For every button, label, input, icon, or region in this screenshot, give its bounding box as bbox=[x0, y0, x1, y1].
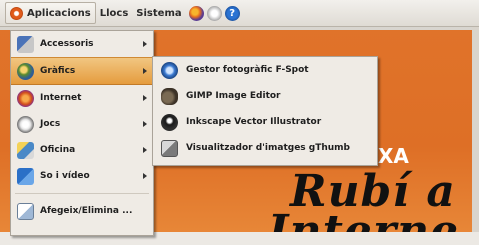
menu-item-label: Internet bbox=[40, 93, 82, 103]
firefox-icon[interactable] bbox=[188, 5, 204, 21]
applications-menu-button[interactable]: Aplicacions bbox=[5, 2, 96, 24]
menu-item-oficina[interactable]: Oficina bbox=[11, 137, 153, 163]
graphics-submenu: Gestor fotogràfic F-Spot GIMP Image Edit… bbox=[152, 56, 378, 166]
gimp-icon bbox=[161, 87, 178, 105]
ubuntu-logo-icon bbox=[10, 6, 23, 20]
wallpaper-small-text: XA bbox=[378, 144, 409, 168]
screen: XA Rubí a Interne Aplicacions Llocs Sist… bbox=[0, 0, 479, 245]
menu-item-label: Gràfics bbox=[40, 66, 76, 76]
submenu-arrow-icon bbox=[143, 68, 147, 74]
internet-icon bbox=[17, 89, 34, 107]
menu-item-afegeix-elimina[interactable]: Afegeix/Elimina ... bbox=[11, 198, 153, 224]
f-spot-icon bbox=[161, 61, 178, 79]
menu-item-internet[interactable]: Internet bbox=[11, 85, 153, 111]
top-panel: Aplicacions Llocs Sistema ? bbox=[0, 0, 479, 27]
menu-item-label: Oficina bbox=[40, 145, 76, 155]
applications-menu-label: Aplicacions bbox=[27, 7, 91, 19]
submenu-arrow-icon bbox=[143, 41, 147, 47]
games-icon bbox=[17, 115, 34, 133]
submenu-arrow-icon bbox=[143, 147, 147, 153]
submenu-item-label: Gestor fotogràfic F-Spot bbox=[186, 65, 309, 75]
submenu-arrow-icon bbox=[143, 95, 147, 101]
applications-menu: Accessoris Gràfics Internet Jocs Oficina… bbox=[10, 30, 154, 236]
submenu-item-label: GIMP Image Editor bbox=[186, 91, 281, 101]
submenu-item-f-spot[interactable]: Gestor fotogràfic F-Spot bbox=[153, 57, 377, 83]
office-icon bbox=[17, 141, 34, 159]
places-menu-label: Llocs bbox=[99, 7, 129, 19]
menu-item-accessoris[interactable]: Accessoris bbox=[11, 31, 153, 57]
menu-item-jocs[interactable]: Jocs bbox=[11, 111, 153, 137]
sound-video-icon bbox=[17, 167, 34, 185]
menu-item-label: Afegeix/Elimina ... bbox=[40, 206, 133, 216]
menu-item-label: Accessoris bbox=[40, 39, 94, 49]
submenu-item-inkscape[interactable]: Inkscape Vector Illustrator bbox=[153, 109, 377, 135]
graphics-icon bbox=[17, 62, 34, 80]
system-menu-button[interactable]: Sistema bbox=[132, 3, 185, 23]
menu-item-grafics[interactable]: Gràfics bbox=[11, 57, 153, 85]
accessories-icon bbox=[17, 35, 34, 53]
gthumb-icon bbox=[161, 139, 178, 157]
menu-item-so-i-video[interactable]: So i vídeo bbox=[11, 163, 153, 189]
mail-icon[interactable] bbox=[206, 5, 222, 21]
submenu-item-gimp[interactable]: GIMP Image Editor bbox=[153, 83, 377, 109]
inkscape-icon bbox=[161, 113, 178, 131]
submenu-arrow-icon bbox=[143, 121, 147, 127]
menu-item-label: So i vídeo bbox=[40, 171, 90, 181]
places-menu-button[interactable]: Llocs bbox=[96, 3, 133, 23]
submenu-item-gthumb[interactable]: Visualitzador d'imatges gThumb bbox=[153, 135, 377, 161]
submenu-item-label: Visualitzador d'imatges gThumb bbox=[186, 143, 350, 153]
help-icon[interactable]: ? bbox=[224, 5, 240, 21]
system-menu-label: Sistema bbox=[136, 7, 182, 19]
submenu-item-label: Inkscape Vector Illustrator bbox=[186, 117, 322, 127]
menu-item-label: Jocs bbox=[40, 119, 61, 129]
submenu-arrow-icon bbox=[143, 173, 147, 179]
menu-separator bbox=[15, 193, 149, 194]
add-remove-icon bbox=[17, 202, 34, 220]
window-edge bbox=[472, 26, 479, 245]
